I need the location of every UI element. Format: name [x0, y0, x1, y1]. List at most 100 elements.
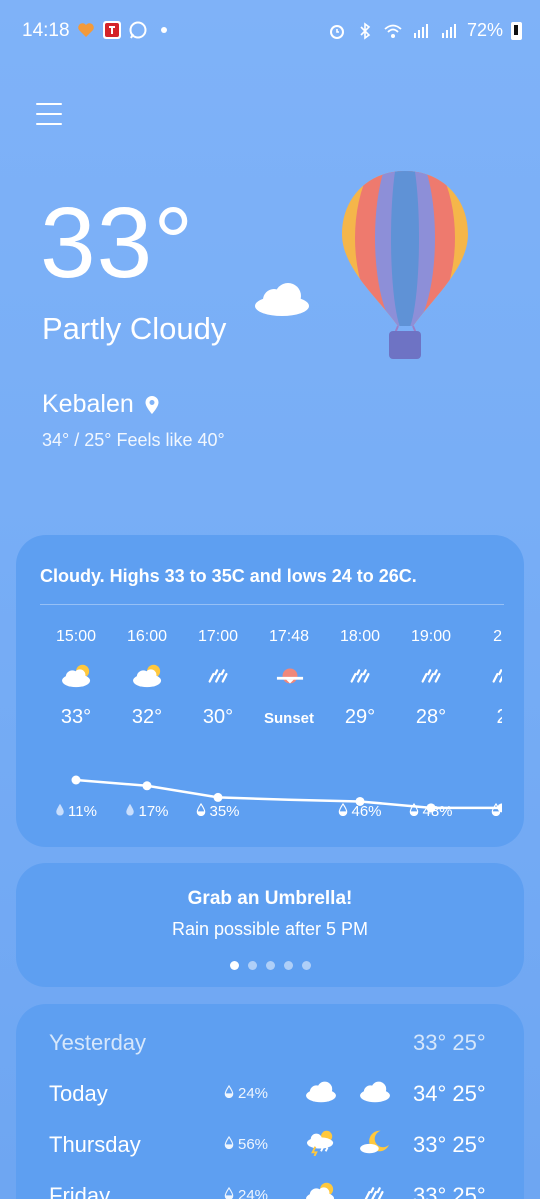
temperature-point: [71, 775, 81, 785]
system-icons: 72%: [327, 20, 522, 41]
hour-time: 19:00: [410, 628, 452, 645]
day-high-low: 34° 25°: [413, 1081, 486, 1106]
page-dot[interactable]: [301, 961, 311, 970]
day-precipitation: 24%: [224, 1084, 269, 1102]
current-condition: Partly Cloudy: [42, 311, 227, 346]
daily-row[interactable]: Friday 24% 33° 25°: [16, 1177, 524, 1199]
hour-precipitation: 48%: [395, 802, 467, 820]
precip-value: 24%: [238, 1085, 269, 1102]
daily-row[interactable]: Thursday 56% 33° 25°: [16, 1126, 524, 1166]
day-high-low: 33° 25°: [413, 1132, 486, 1157]
hourly-forecast-card: Cloudy. Highs 33 to 35C and lows 24 to 2…: [16, 535, 524, 847]
cloud-illustration: [255, 283, 309, 316]
hour-time: 16:00: [126, 628, 168, 645]
heart-app-icon: [78, 23, 94, 37]
half-drop-icon: [196, 802, 206, 820]
page-dot[interactable]: [229, 961, 239, 970]
hour-precipitation: 11%: [40, 803, 112, 820]
moon-cloud-icon: [358, 1128, 394, 1160]
umbrella-title: Grab an Umbrella!: [187, 888, 353, 909]
cloudy-icon: [358, 1077, 394, 1109]
day-name: Today: [49, 1081, 108, 1106]
battery-icon: [511, 21, 522, 40]
rain-icon: [344, 661, 378, 689]
day-name: Thursday: [49, 1132, 141, 1157]
partly-cloudy-icon: [60, 661, 94, 689]
hour-temperature: 32°: [131, 706, 163, 728]
precip-value: 46%: [351, 803, 382, 820]
page-dot[interactable]: [265, 961, 275, 970]
battery-percent: 72%: [466, 20, 503, 40]
partly-cloudy-icon: [131, 661, 165, 689]
half-drop-icon: [224, 1084, 234, 1102]
min-max-feels-like: 34° / 25° Feels like 40°: [42, 430, 225, 450]
precip-value: 35%: [209, 803, 240, 820]
partly-cloudy-icon: [304, 1179, 340, 1199]
location-button[interactable]: Kebalen: [42, 390, 160, 419]
hour-time: 17:48: [268, 628, 310, 645]
hour-time: 15:00: [55, 628, 97, 645]
hour-time: 17:00: [197, 628, 239, 645]
location-pin-icon: [145, 395, 159, 414]
wifi-icon: [384, 24, 402, 38]
forecast-summary: Cloudy. Highs 33 to 35C and lows 24 to 2…: [40, 566, 417, 586]
precip-value: 11%: [68, 803, 97, 820]
page-indicator: [16, 961, 524, 970]
whatsapp-icon: [129, 21, 147, 39]
bluetooth-icon: [360, 21, 371, 40]
umbrella-card[interactable]: Grab an Umbrella! Rain possible after 5 …: [16, 863, 524, 987]
half-drop-icon: [224, 1135, 234, 1153]
page-dot[interactable]: [247, 961, 257, 970]
menu-line: [36, 123, 62, 125]
hour-temperature: 29°: [344, 706, 376, 728]
hourly-scroll[interactable]: 15:00 33° 11% 16:00 32° 17% 17:00 30° 35% 17:48 Su…: [16, 615, 502, 835]
cloudy-icon: [304, 1077, 340, 1109]
rain-icon: [486, 661, 502, 689]
day-precipitation: 56%: [224, 1135, 269, 1153]
status-bar: 14:18 72%: [0, 0, 540, 62]
hour-precipitation: 35%: [182, 802, 254, 820]
signal-icon: [413, 23, 428, 38]
sunset-icon: [273, 661, 307, 689]
rain-icon: [358, 1179, 394, 1199]
menu-button[interactable]: [36, 103, 62, 127]
drop-icon: [55, 803, 65, 820]
temperature-point: [213, 792, 223, 802]
rain-icon: [202, 661, 236, 689]
temperature-point: [142, 781, 152, 791]
signal-icon: [441, 23, 456, 38]
menu-line: [36, 113, 62, 115]
rain-icon: [415, 661, 449, 689]
page-dot[interactable]: [283, 961, 293, 970]
daily-forecast-card: Yesterday 33° 25° Today 24% 34° 25° Thursday 5…: [16, 1004, 524, 1199]
hour-temperature: 28°: [415, 706, 447, 728]
alarm-icon: [329, 24, 344, 39]
hour-time: 18:00: [339, 628, 381, 645]
hour-temperature: 30°: [202, 706, 234, 728]
hour-temperature: Sunset: [263, 710, 314, 727]
precip-value: 17%: [138, 803, 169, 820]
hour-precipitation: 17%: [111, 803, 183, 820]
daily-row[interactable]: Yesterday 33° 25°: [16, 1024, 524, 1064]
half-drop-icon: [224, 1186, 234, 1199]
half-drop-icon: [491, 802, 501, 820]
hour-temperature: 33°: [60, 706, 92, 728]
drop-icon: [125, 803, 135, 820]
precip-value: 56%: [238, 1136, 269, 1153]
umbrella-subtitle: Rain possible after 5 PM: [171, 919, 369, 939]
precip-value: 48%: [422, 803, 453, 820]
location-name: Kebalen: [42, 390, 134, 418]
hour-temperature: 2: [466, 706, 502, 729]
day-high-low: 33° 25°: [413, 1183, 486, 1199]
thunderstorm-icon: [304, 1128, 340, 1160]
day-name: Yesterday: [49, 1030, 147, 1055]
hot-air-balloon-illustration: [342, 171, 468, 359]
daily-row[interactable]: Today 24% 34° 25°: [16, 1075, 524, 1115]
app-badge-icon: [103, 21, 121, 39]
day-high-low: 33° 25°: [413, 1030, 486, 1055]
half-drop-icon: [409, 802, 419, 820]
precip-value: 24%: [238, 1187, 269, 1199]
day-precipitation: 24%: [224, 1186, 269, 1199]
menu-line: [36, 103, 62, 105]
hour-precipitation: 46%: [324, 802, 396, 820]
